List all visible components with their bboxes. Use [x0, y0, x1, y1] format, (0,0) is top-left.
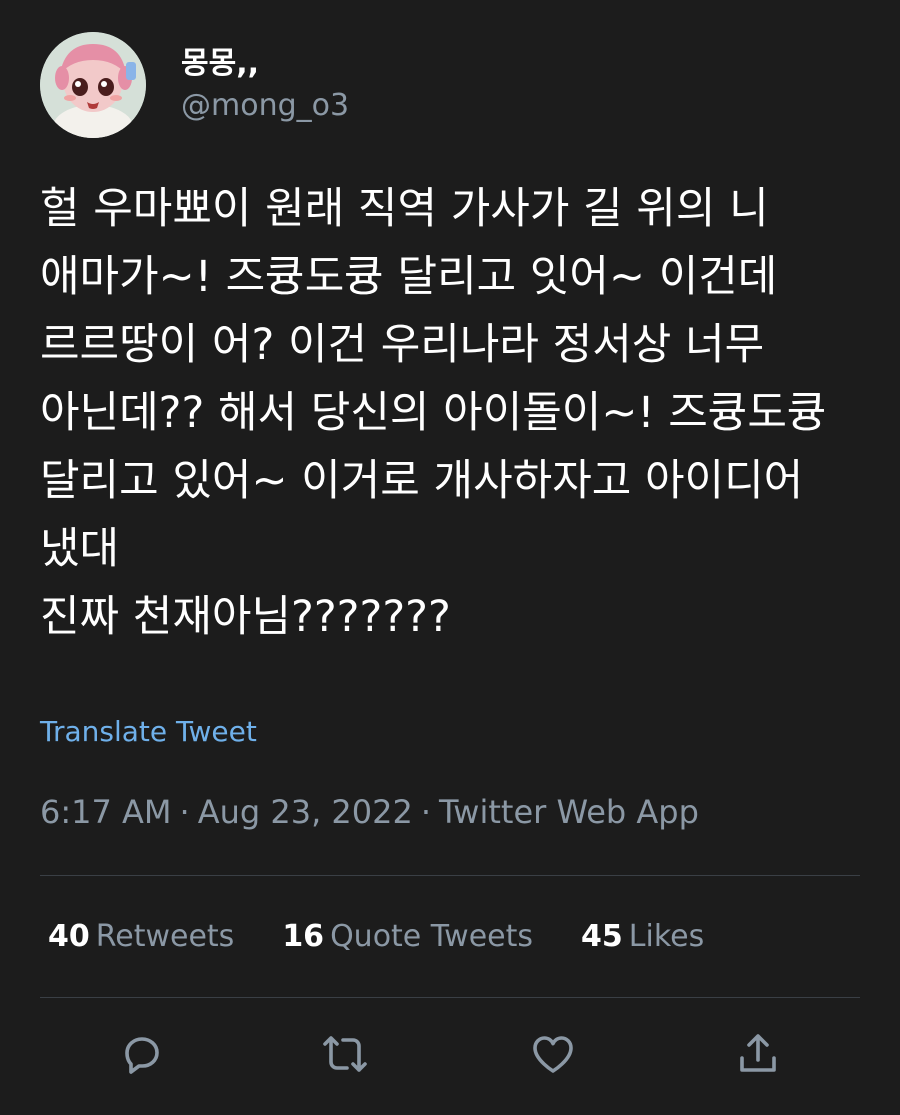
tweet-card: 몽몽,, @mong_o3 헐 우마뾰이 원래 직역 가사가 길 위의 니 애마…: [0, 0, 900, 1115]
quotes-stat[interactable]: 16 Quote Tweets: [282, 915, 533, 959]
avatar-character-icon: [40, 32, 146, 138]
retweet-icon: [323, 1036, 367, 1072]
meta-separator: ·: [179, 793, 190, 831]
user-names: 몽몽,, @mong_o3: [181, 44, 349, 126]
share-icon: [740, 1034, 776, 1072]
tweet-header: 몽몽,, @mong_o3: [40, 32, 349, 138]
translate-tweet-link[interactable]: Translate Tweet: [40, 712, 257, 752]
retweets-count: 40: [48, 919, 90, 954]
action-bar: [0, 1030, 900, 1082]
likes-label: Likes: [628, 919, 705, 954]
reply-icon: [125, 1037, 159, 1074]
share-button[interactable]: [734, 1030, 782, 1078]
tweet-source[interactable]: Twitter Web App: [439, 793, 699, 831]
tweet-time[interactable]: 6:17 AM: [40, 793, 172, 831]
tweet-meta: 6:17 AM · Aug 23, 2022 · Twitter Web App: [40, 790, 699, 834]
quotes-count: 16: [282, 919, 325, 954]
tweet-date[interactable]: Aug 23, 2022: [198, 793, 413, 831]
retweet-button[interactable]: [321, 1030, 369, 1078]
user-handle[interactable]: @mong_o3: [181, 86, 349, 126]
like-icon: [533, 1036, 573, 1073]
avatar[interactable]: [40, 32, 146, 138]
likes-count: 45: [581, 919, 623, 954]
like-button[interactable]: [529, 1030, 577, 1078]
display-name[interactable]: 몽몽,,: [181, 44, 349, 84]
tweet-stats: 40 Retweets 16 Quote Tweets 45 Likes: [48, 915, 752, 959]
meta-separator: ·: [420, 793, 432, 831]
retweets-stat[interactable]: 40 Retweets: [48, 915, 234, 959]
reply-button[interactable]: [118, 1030, 166, 1078]
likes-stat[interactable]: 45 Likes: [581, 915, 704, 959]
divider: [40, 875, 860, 876]
quotes-label: Quote Tweets: [330, 919, 534, 954]
divider: [40, 997, 860, 998]
retweets-label: Retweets: [95, 919, 235, 954]
tweet-text: 헐 우마뾰이 원래 직역 가사가 길 위의 니 애마가~! 즈큥도큥 달리고 잇…: [40, 184, 827, 642]
